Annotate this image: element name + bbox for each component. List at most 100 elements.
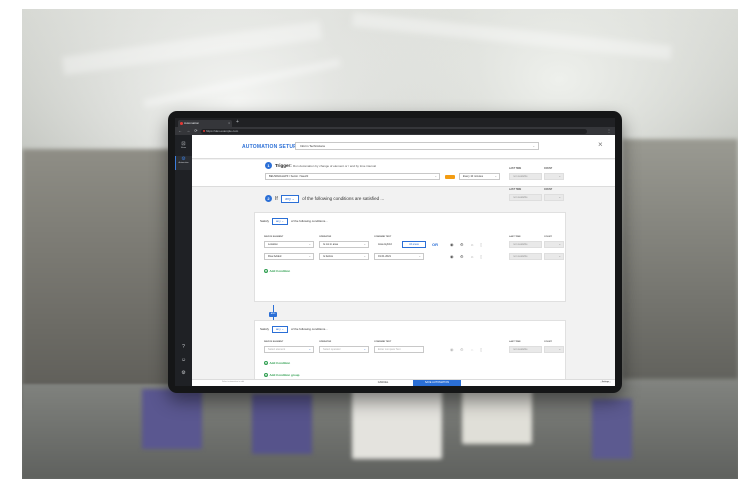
all-areas-button[interactable]: All areas bbox=[402, 241, 426, 248]
element-select[interactable]: Select element ⌄ bbox=[264, 346, 314, 353]
add-condition-group-button[interactable]: + Add Condition group bbox=[264, 373, 300, 377]
trigger-description: Run Automation by change of element or /… bbox=[293, 164, 376, 168]
page-title: AUTOMATION SETUP bbox=[242, 144, 297, 150]
condition-heading: If any ⌄ of the following conditions are… bbox=[275, 195, 384, 203]
active-indicator bbox=[175, 156, 176, 170]
chevron-down-icon: ⌄ bbox=[418, 254, 421, 258]
condition-section: 2 If any ⌄ of the following conditions a… bbox=[192, 188, 615, 386]
interval-select[interactable]: Every 10 minutes ⌄ bbox=[459, 173, 500, 180]
compare-value: Area Hybrid bbox=[378, 243, 392, 246]
chevron-down-icon: ⌄ bbox=[434, 174, 437, 178]
last-time-value: not available bbox=[513, 196, 528, 199]
satisfy-label: Satisfy bbox=[260, 219, 270, 223]
group-mode-value: any bbox=[275, 327, 281, 331]
element-placeholder: Select element bbox=[268, 348, 286, 351]
group-mode-select[interactable]: any ⌄ bbox=[271, 326, 289, 333]
browser-tab[interactable]: Automation × bbox=[178, 120, 232, 127]
delete-icon[interactable]: ▯ bbox=[480, 242, 482, 247]
condition-mode-value: any bbox=[285, 197, 291, 201]
element-select[interactable]: Row Added ⌄ bbox=[264, 253, 314, 260]
link-icon[interactable]: ⇔ bbox=[470, 347, 474, 352]
operator-select[interactable]: Select operator ⌄ bbox=[319, 346, 369, 353]
cancel-button[interactable]: CANCEL bbox=[368, 380, 398, 386]
group-mode-value: any bbox=[275, 219, 281, 223]
operator-select[interactable]: Is not in area ⌄ bbox=[319, 241, 369, 248]
count-field: ⌄ bbox=[544, 194, 564, 201]
close-icon[interactable]: × bbox=[598, 141, 603, 149]
link-icon[interactable]: ⇔ bbox=[470, 254, 474, 259]
element-select[interactable]: Location ⌄ bbox=[264, 241, 314, 248]
footer-settings-link[interactable]: Settings bbox=[599, 381, 611, 383]
compare-field[interactable]: Enter compare Text bbox=[374, 346, 424, 353]
delete-icon[interactable]: ▯ bbox=[480, 254, 482, 259]
user-icon[interactable]: ☺ bbox=[175, 357, 192, 365]
last-time-value: not available bbox=[513, 348, 528, 351]
screen: Automation × + ← → ⟳ ⌂ https://dev.examp… bbox=[175, 118, 615, 386]
address-bar-row: ← → ⟳ ⌂ https://dev.example.com ⋮ bbox=[175, 127, 615, 135]
operator-placeholder: Select operator bbox=[323, 348, 341, 351]
url-field[interactable]: https://dev.example.com bbox=[201, 128, 587, 134]
sidebar-item-views[interactable]: ⊡ Views bbox=[175, 141, 192, 155]
compare-value: 01.01.2021 bbox=[378, 255, 391, 258]
chevron-down-icon: ⌄ bbox=[308, 242, 311, 246]
chevron-down-icon: ⌄ bbox=[558, 174, 561, 178]
condition-mode-select[interactable]: any ⌄ bbox=[281, 195, 299, 203]
settings-icon[interactable]: ⚙ bbox=[460, 347, 464, 352]
action-footer: Select automation to edit CANCEL SAVE AU… bbox=[192, 379, 615, 386]
column-header-operator: OPERATOR bbox=[319, 236, 332, 238]
link-icon[interactable]: ⇔ bbox=[470, 242, 474, 247]
column-header-element: DEVICE ELEMENT bbox=[264, 341, 284, 343]
if-label: If bbox=[275, 196, 278, 202]
step-badge: 1 bbox=[265, 162, 272, 169]
plus-icon: + bbox=[264, 269, 268, 273]
compare-date-field[interactable]: 01.01.2021 ⌄ bbox=[374, 253, 424, 260]
main-content: AUTOMATION SETUP Inform Technicians ⌄ × … bbox=[192, 135, 615, 386]
chevron-down-icon: ⌄ bbox=[558, 195, 561, 199]
last-time-label: LAST TIME bbox=[509, 189, 522, 191]
save-automation-button[interactable]: SAVE AUTOMATION bbox=[413, 380, 461, 386]
operator-select[interactable]: Is before ⌄ bbox=[319, 253, 369, 260]
column-header-compare: COMPARE TEXT bbox=[374, 341, 392, 343]
delete-icon[interactable]: ▯ bbox=[480, 347, 482, 352]
add-condition-label: Add Condition bbox=[269, 269, 291, 273]
trigger-section: 1 Trigger: Run Automation by change of e… bbox=[192, 160, 615, 187]
group-mode-select[interactable]: any ⌄ bbox=[271, 218, 289, 225]
automation-name-field[interactable]: Inform Technicians ⌄ bbox=[295, 142, 539, 150]
chevron-down-icon: ⌄ bbox=[494, 174, 497, 178]
help-icon[interactable]: ? bbox=[175, 344, 192, 352]
tab-close-icon[interactable]: × bbox=[228, 120, 230, 127]
count-field: ⌄ bbox=[544, 173, 564, 180]
operator-value: Is before bbox=[323, 255, 334, 258]
browser-menu-icon[interactable]: ⋮ bbox=[607, 128, 611, 134]
settings-icon[interactable]: ⚙ bbox=[460, 254, 464, 259]
plus-icon: + bbox=[264, 361, 268, 365]
satisfy-label: Satisfy bbox=[260, 327, 270, 331]
new-tab-button[interactable]: + bbox=[236, 120, 239, 125]
last-time-field: not available bbox=[509, 241, 542, 248]
count-field: ⌄ bbox=[544, 346, 564, 353]
column-header-count: COUNT bbox=[544, 236, 552, 238]
last-time-label: LAST TIME bbox=[509, 168, 522, 170]
view-icon[interactable]: ◉ bbox=[450, 347, 454, 352]
favicon-icon bbox=[180, 122, 183, 125]
trigger-path-select[interactable]: BEUSRHGLHPF / Sector / Sauchl ⌄ bbox=[265, 173, 440, 180]
chevron-down-icon: ⌄ bbox=[532, 144, 535, 148]
group-satisfy-row: Satisfy any ⌄ of the following condition… bbox=[260, 326, 328, 333]
view-icon[interactable]: ◉ bbox=[450, 242, 454, 247]
add-condition-button[interactable]: + Add Condition bbox=[264, 269, 290, 273]
count-label: COUNT bbox=[544, 189, 553, 191]
page-header: AUTOMATION SETUP Inform Technicians ⌄ × bbox=[192, 135, 615, 159]
browser-tab-bar: Automation × + bbox=[175, 118, 615, 127]
count-field: ⌄ bbox=[544, 241, 564, 248]
condition-group-1: Satisfy any ⌄ of the following condition… bbox=[254, 212, 566, 302]
condition-group-2: Satisfy any ⌄ of the following condition… bbox=[254, 320, 566, 382]
sidebar-item-automation[interactable]: ⚙ Automation bbox=[175, 156, 192, 170]
element-value: Location bbox=[268, 243, 278, 246]
settings-icon[interactable]: ⚙ bbox=[460, 242, 464, 247]
settings-icon[interactable]: ⚙ bbox=[175, 370, 192, 378]
view-icon[interactable]: ◉ bbox=[450, 254, 454, 259]
chevron-down-icon: ⌄ bbox=[308, 254, 311, 258]
interval-badge bbox=[445, 175, 455, 179]
compare-field[interactable]: Area Hybrid bbox=[374, 241, 400, 248]
add-condition-button[interactable]: + Add Condition bbox=[264, 361, 290, 365]
